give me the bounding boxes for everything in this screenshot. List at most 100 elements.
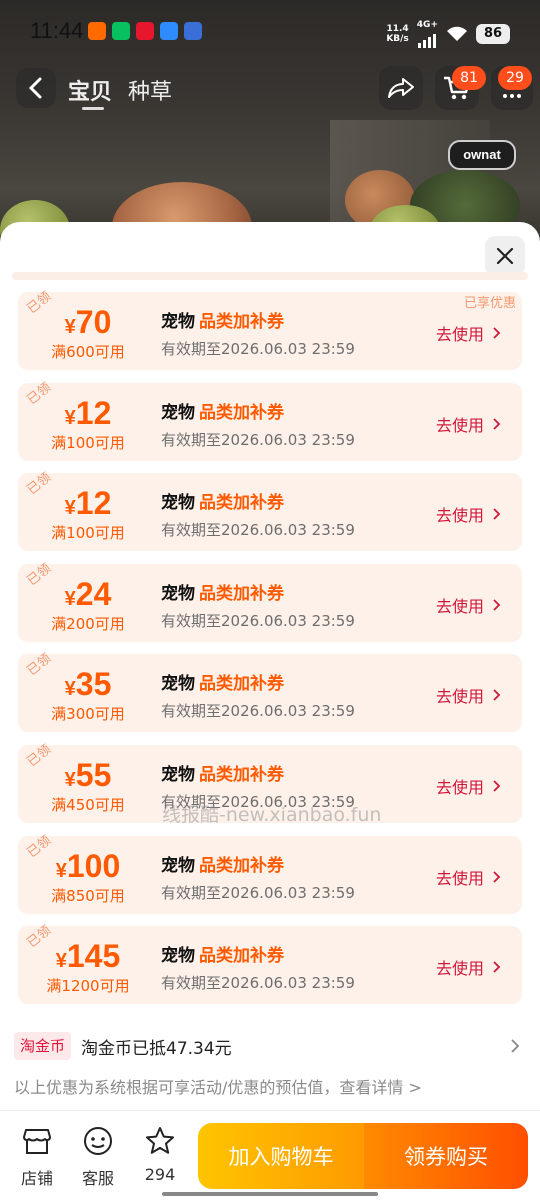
coupon-card[interactable]: 已领 ¥70 满600可用 宠物 品类加补券 有效期至2026.06.03 23:59 去使… bbox=[18, 289, 522, 370]
use-coupon-label: 去使用 bbox=[436, 416, 485, 435]
currency-symbol: ¥ bbox=[55, 950, 67, 972]
coupon-type: 宠物 bbox=[161, 584, 195, 604]
coupon-category: 品类加补券 bbox=[199, 946, 284, 966]
close-icon bbox=[496, 247, 514, 265]
coupon-category: 品类加补券 bbox=[199, 403, 284, 423]
coupon-card[interactable]: 已领 ¥12 满100可用 宠物 品类加补券 有效期至2026.06.03 23:59 去使… bbox=[18, 380, 522, 461]
use-coupon-button[interactable]: 去使用 bbox=[436, 321, 501, 345]
coupon-condition: 满1200可用 bbox=[46, 977, 130, 995]
use-coupon-button[interactable]: 去使用 bbox=[436, 412, 501, 436]
buy-with-coupon-button[interactable]: 领券购买 bbox=[364, 1123, 528, 1189]
wechat-icon bbox=[112, 22, 130, 40]
currency-symbol: ¥ bbox=[64, 407, 76, 429]
coupon-amount: ¥12 bbox=[18, 485, 158, 522]
brand-logo: ownat bbox=[448, 140, 516, 170]
currency-symbol: ¥ bbox=[64, 678, 76, 700]
back-button[interactable] bbox=[16, 68, 56, 108]
use-coupon-button[interactable]: 去使用 bbox=[436, 955, 501, 979]
network-type: 4G+ bbox=[416, 20, 438, 30]
chevron-right-icon bbox=[493, 780, 501, 792]
cellular-block: 4G+ bbox=[417, 20, 438, 48]
coupon-condition: 满100可用 bbox=[51, 434, 125, 452]
taobao-icon bbox=[88, 22, 106, 40]
favorite-count: 294 bbox=[144, 1165, 176, 1184]
customer-service-button[interactable]: 客服 bbox=[73, 1125, 123, 1189]
coupon-title: 宠物 品类加补券 bbox=[161, 488, 284, 513]
coupon-category: 品类加补券 bbox=[199, 493, 284, 513]
use-coupon-button[interactable]: 去使用 bbox=[436, 774, 501, 798]
coupon-condition: 满200可用 bbox=[51, 615, 125, 633]
chevron-right-icon bbox=[493, 327, 501, 339]
coupon-condition: 满100可用 bbox=[51, 524, 125, 542]
status-bar: 11:44 11.4 KB/s 4G+ 86 bbox=[0, 0, 540, 60]
favorite-button[interactable]: 294 bbox=[135, 1125, 185, 1184]
taojinbi-row[interactable]: 淘金币 淘金币已抵47.34元 bbox=[14, 1030, 526, 1062]
amount-value: 24 bbox=[75, 576, 112, 612]
discount-note-link[interactable]: 以上优惠为系统根据可享活动/优惠的预估值，查看详情 > bbox=[14, 1074, 422, 1098]
use-coupon-label: 去使用 bbox=[436, 325, 485, 344]
currency-symbol: ¥ bbox=[64, 588, 76, 610]
weibo-icon bbox=[136, 22, 154, 40]
currency-symbol: ¥ bbox=[55, 860, 67, 882]
coupon-type: 宠物 bbox=[161, 765, 195, 785]
active-tab-indicator bbox=[82, 107, 104, 110]
use-coupon-button[interactable]: 去使用 bbox=[436, 502, 501, 526]
amount-value: 70 bbox=[75, 304, 112, 340]
coupon-amount: ¥145 bbox=[18, 938, 158, 975]
signal-icon bbox=[418, 30, 437, 48]
coupon-type: 宠物 bbox=[161, 312, 195, 332]
customer-service-icon bbox=[84, 1127, 112, 1155]
coupon-condition: 满850可用 bbox=[51, 887, 125, 905]
coupon-condition: 满600可用 bbox=[51, 343, 125, 361]
add-to-cart-button[interactable]: 加入购物车 bbox=[198, 1123, 364, 1189]
amount-value: 35 bbox=[75, 666, 112, 702]
coupon-validity: 有效期至2026.06.03 23:59 bbox=[161, 612, 355, 630]
coupon-title: 宠物 品类加补券 bbox=[161, 398, 284, 423]
use-coupon-button[interactable]: 去使用 bbox=[436, 683, 501, 707]
coupon-title: 宠物 品类加补券 bbox=[161, 760, 284, 785]
coupon-validity: 有效期至2026.06.03 23:59 bbox=[161, 431, 355, 449]
coupon-amount: ¥35 bbox=[18, 666, 158, 703]
share-icon bbox=[388, 78, 414, 98]
coupon-card[interactable]: 已领 ¥100 满850可用 宠物 品类加补券 有效期至2026.06.03 23:59 去… bbox=[18, 833, 522, 914]
use-coupon-label: 去使用 bbox=[436, 778, 485, 797]
coupon-title: 宠物 品类加补券 bbox=[161, 307, 284, 332]
coupon-amount: ¥55 bbox=[18, 757, 158, 794]
close-button[interactable] bbox=[485, 236, 525, 276]
coupon-category: 品类加补券 bbox=[199, 312, 284, 332]
use-coupon-button[interactable]: 去使用 bbox=[436, 593, 501, 617]
battery-icon: 86 bbox=[476, 24, 510, 44]
coupon-validity: 有效期至2026.06.03 23:59 bbox=[161, 884, 355, 902]
coupon-amount: ¥24 bbox=[18, 576, 158, 613]
star-icon bbox=[146, 1127, 174, 1154]
coupon-title: 宠物 品类加补券 bbox=[161, 851, 284, 876]
use-coupon-button[interactable]: 去使用 bbox=[436, 865, 501, 889]
coupon-sheet: 已领 ¥70 满600可用 宠物 品类加补券 有效期至2026.06.03 23:59 去使… bbox=[0, 222, 540, 1110]
coupon-type: 宠物 bbox=[161, 856, 195, 876]
currency-symbol: ¥ bbox=[64, 316, 76, 338]
share-button[interactable] bbox=[379, 66, 423, 110]
coupon-amount: ¥70 bbox=[18, 304, 158, 341]
store-button[interactable]: 店铺 bbox=[12, 1125, 62, 1189]
coupon-card[interactable]: 已领 ¥12 满100可用 宠物 品类加补券 有效期至2026.06.03 23:59 去使… bbox=[18, 470, 522, 551]
taojinbi-text: 淘金币已抵47.34元 bbox=[81, 1038, 232, 1059]
customer-service-label: 客服 bbox=[81, 1169, 114, 1188]
use-coupon-label: 去使用 bbox=[436, 959, 485, 978]
coupon-validity: 有效期至2026.06.03 23:59 bbox=[161, 340, 355, 358]
screen-icon bbox=[184, 22, 202, 40]
coupon-card[interactable]: 已领 ¥35 满300可用 宠物 品类加补券 有效期至2026.06.03 23:59 去使… bbox=[18, 651, 522, 732]
coupon-card[interactable]: 已领 ¥24 满200可用 宠物 品类加补券 有效期至2026.06.03 23:59 去使… bbox=[18, 561, 522, 642]
coupon-amount: ¥12 bbox=[18, 395, 158, 432]
product-nav-bar: 宝贝 种草 81 29 bbox=[0, 60, 540, 118]
message-icon bbox=[160, 22, 178, 40]
status-right: 11.4 KB/s 4G+ 86 bbox=[386, 20, 510, 48]
tab-seeding[interactable]: 种草 bbox=[128, 74, 172, 106]
coupon-category: 品类加补券 bbox=[199, 856, 284, 876]
chevron-right-icon bbox=[493, 961, 501, 973]
tab-item[interactable]: 宝贝 bbox=[68, 74, 112, 106]
coupon-type: 宠物 bbox=[161, 493, 195, 513]
amount-value: 12 bbox=[75, 395, 112, 431]
coupon-card[interactable]: 已领 ¥145 满1200可用 宠物 品类加补券 有效期至2026.06.03 23:59… bbox=[18, 923, 522, 1004]
amount-value: 12 bbox=[75, 485, 112, 521]
coupon-type: 宠物 bbox=[161, 674, 195, 694]
